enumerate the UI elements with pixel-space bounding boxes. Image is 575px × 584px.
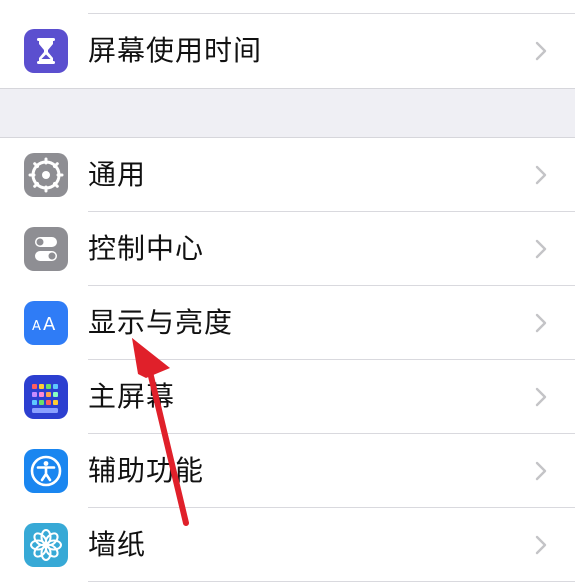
settings-row-display-brightness[interactable]: A A 显示与亮度 [0,286,575,360]
row-label: 控制中心 [88,232,205,265]
row-label: 屏幕使用时间 [88,34,263,67]
chevron-right-icon [535,461,547,481]
row-divider [88,581,575,582]
home-grid-icon [24,375,68,419]
settings-row-accessibility[interactable]: 辅助功能 [0,434,575,508]
accessibility-icon [24,449,68,493]
settings-row-screen-time[interactable]: 屏幕使用时间 [0,14,575,88]
text-size-icon: A A [24,301,68,345]
svg-text:A: A [32,319,41,334]
settings-row-control-center[interactable]: 控制中心 [0,212,575,286]
toggles-icon [24,227,68,271]
settings-row-home-screen[interactable]: 主屏幕 [0,360,575,434]
row-label: 通用 [88,158,147,191]
flower-icon [24,523,68,567]
group-separator [0,88,575,138]
chevron-right-icon [535,535,547,555]
chevron-right-icon [535,165,547,185]
row-label: 墙纸 [88,528,147,561]
settings-row-wallpaper[interactable]: 墙纸 [0,508,575,582]
row-label: 主屏幕 [88,380,176,413]
hourglass-icon [24,29,68,73]
chevron-right-icon [535,41,547,61]
svg-text:A: A [43,314,56,335]
settings-row-general[interactable]: 通用 [0,138,575,212]
row-label: 显示与亮度 [88,306,234,339]
chevron-right-icon [535,239,547,259]
chevron-right-icon [535,387,547,407]
settings-screen: 屏幕使用时间 通用 控制中心 A A 显示与亮度 主屏幕 辅助功能 墙纸 [0,0,575,584]
row-label: 辅助功能 [88,454,205,487]
chevron-right-icon [535,313,547,333]
gear-icon [24,153,68,197]
